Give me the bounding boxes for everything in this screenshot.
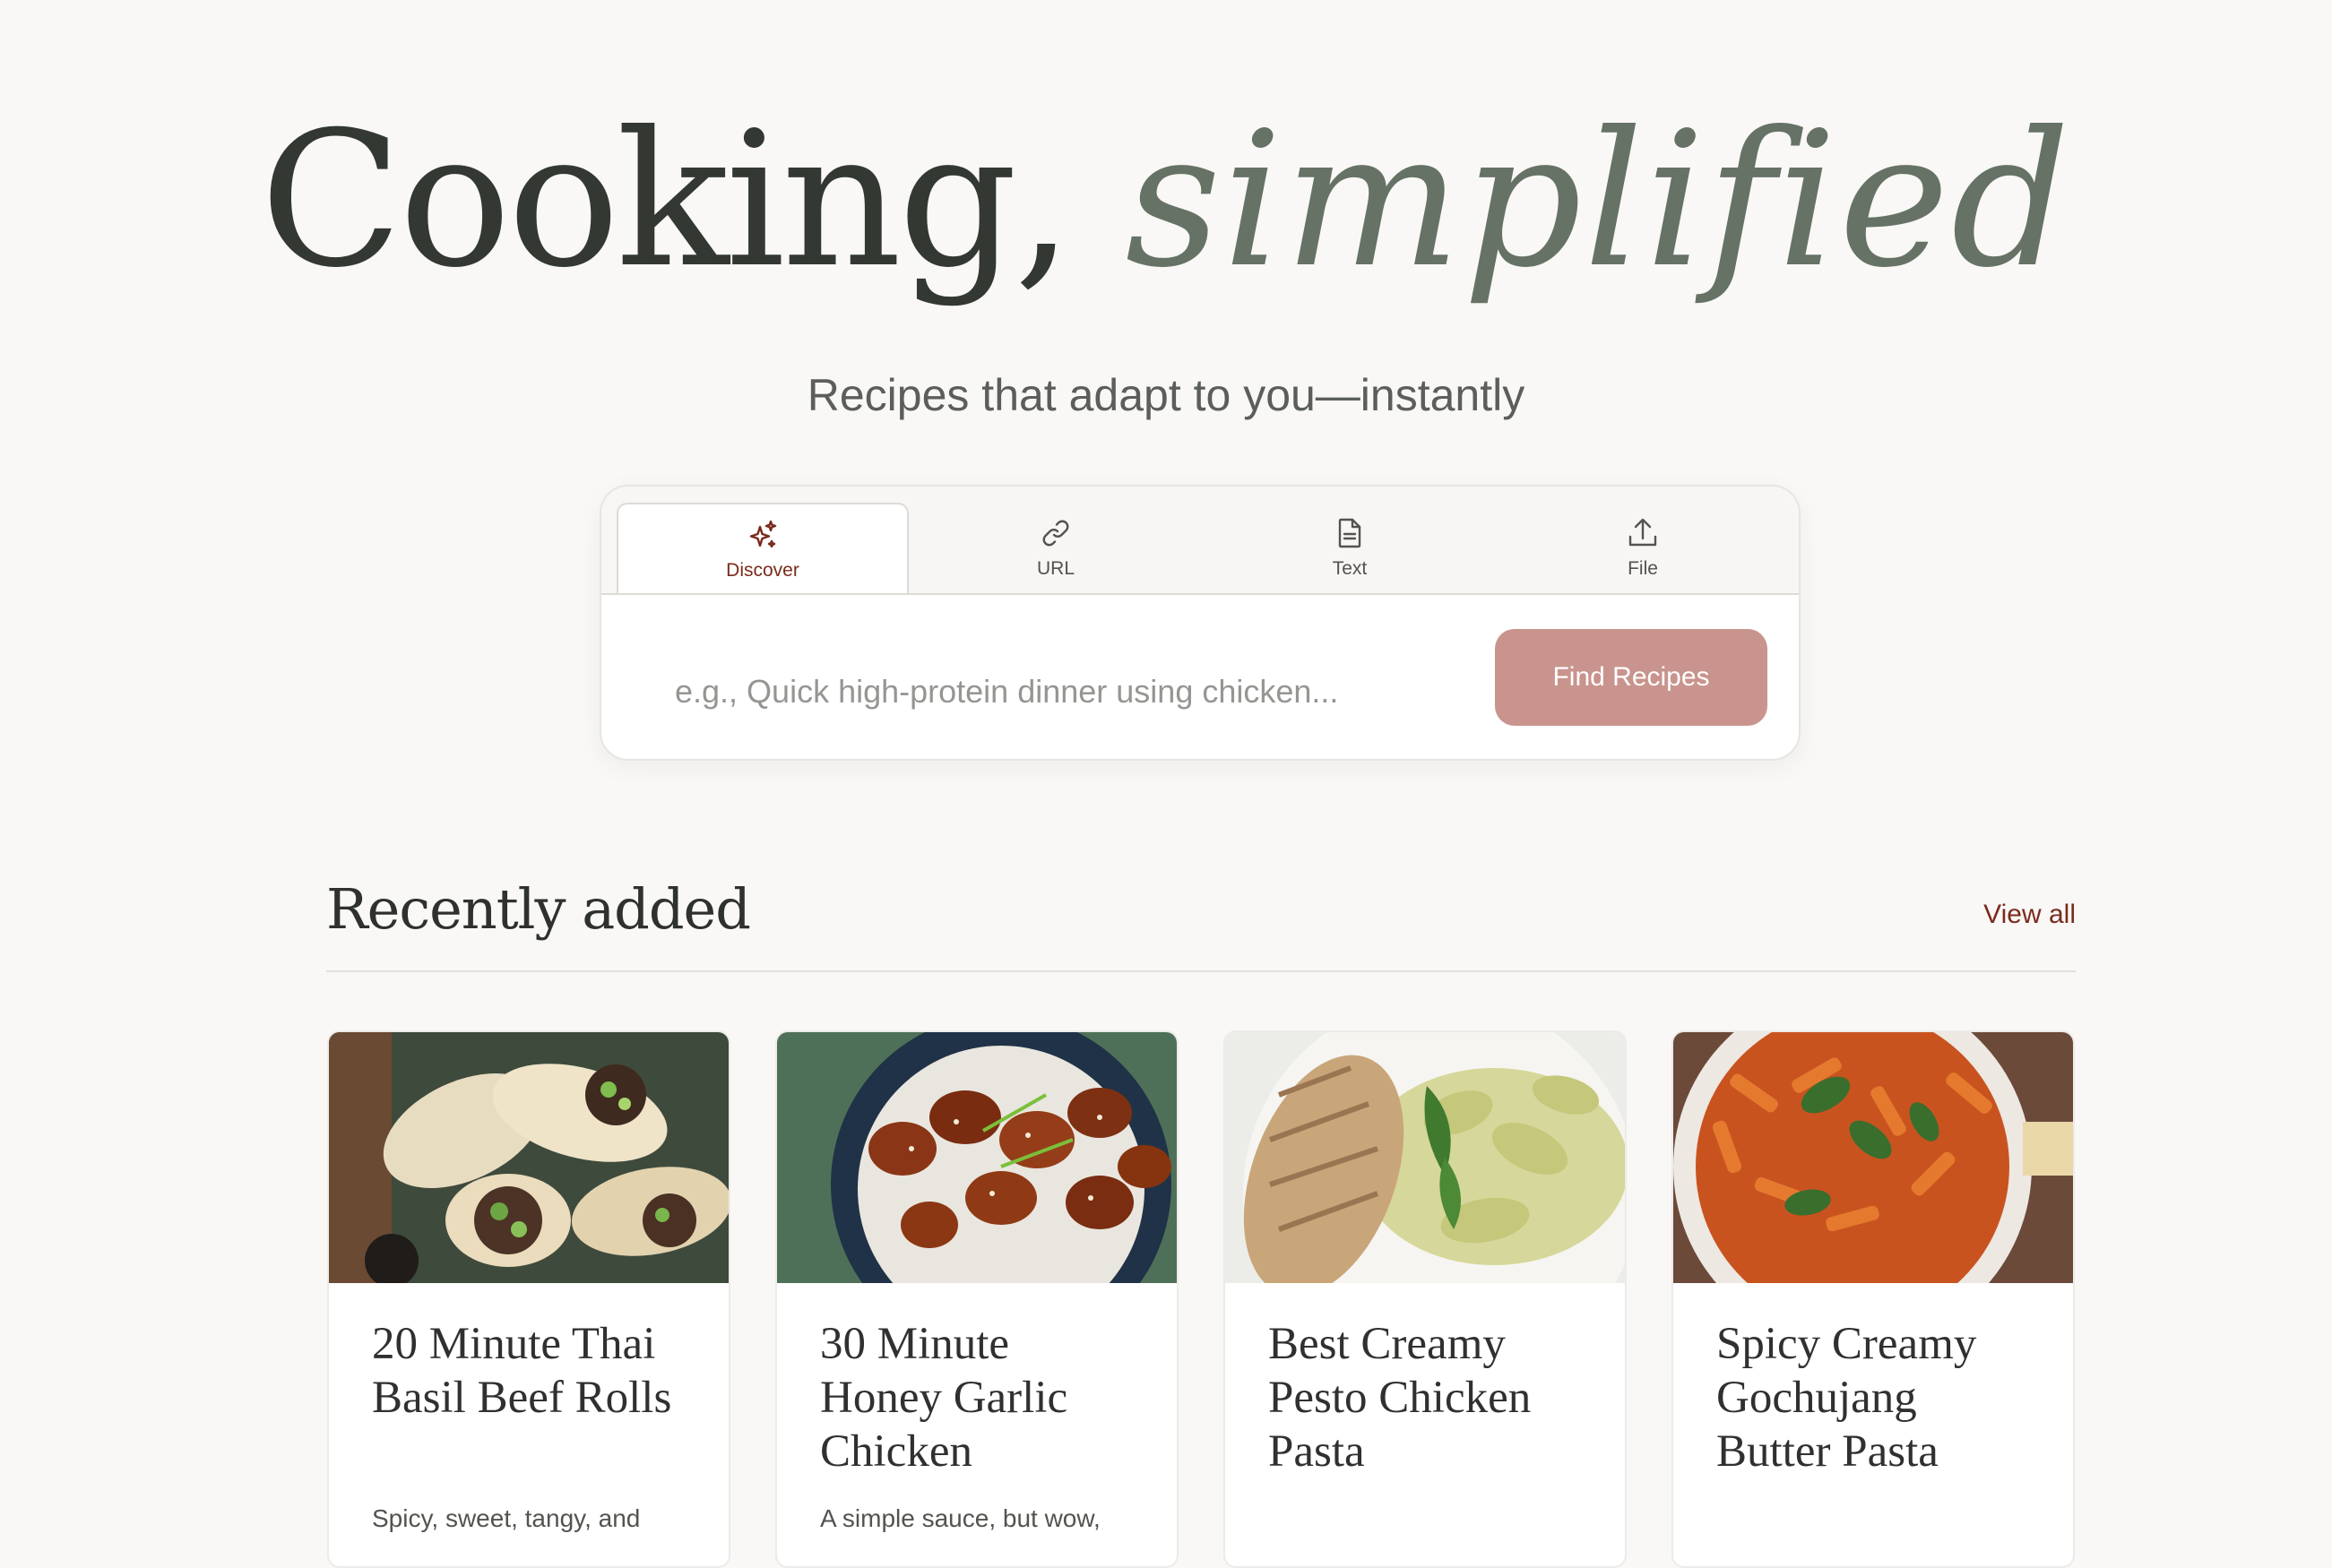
recipe-card[interactable]: Best Creamy Pesto Chicken Pasta [1223,1030,1627,1568]
recipe-card[interactable]: 20 Minute Thai Basil Beef Rolls Spicy, s… [327,1030,730,1568]
recipe-card-title[interactable]: 20 Minute Thai Basil Beef Rolls [372,1317,677,1425]
recipe-search-panel: Discover URL Text File Fi [600,485,1801,761]
view-all-link[interactable]: View all [1983,900,2076,930]
tab-text-label: Text [1332,558,1368,579]
hero-title: Cooking, simplified [0,108,2332,294]
recipe-card-title[interactable]: 30 Minute Honey Garlic Chicken [820,1317,1125,1478]
upload-icon [1628,518,1657,547]
recipe-card-title[interactable]: Spicy Creamy Gochujang Butter Pasta [1716,1317,2021,1478]
hero-title-plain: Cooking, [260,92,1073,309]
sparkles-icon [749,520,777,548]
recipe-card-title[interactable]: Best Creamy Pesto Chicken Pasta [1268,1317,1573,1478]
find-recipes-button[interactable]: Find Recipes [1495,629,1767,726]
recipe-image-gochujang-pasta[interactable] [1673,1032,2075,1283]
hero-title-italic: simplified [1125,92,2072,309]
recipe-card-description: Spicy, sweet, tangy, and [372,1504,641,1532]
recipe-card-description: A simple sauce, but wow, [820,1504,1101,1532]
tab-file-label: File [1628,558,1658,579]
recipe-card[interactable]: Spicy Creamy Gochujang Butter Pasta [1671,1030,2075,1568]
hero-subtitle: Recipes that adapt to you—instantly [807,370,1525,420]
tab-text[interactable]: Text [1204,503,1496,593]
tab-url[interactable]: URL [910,503,1202,593]
recently-added-heading: Recently added [326,876,751,942]
recipe-card[interactable]: 30 Minute Honey Garlic Chicken A simple … [775,1030,1179,1568]
document-icon [1338,518,1361,548]
link-icon [1042,520,1069,547]
recipe-search-input[interactable] [673,655,1447,728]
section-divider [326,970,2076,972]
tab-discover[interactable]: Discover [617,503,909,593]
tab-discover-label: Discover [726,560,799,581]
tab-file[interactable]: File [1497,503,1789,593]
recipe-image-pesto-pasta[interactable] [1225,1032,1627,1283]
source-tabs: Discover URL Text File [601,487,1799,595]
recipe-image-honey-garlic-chicken[interactable] [777,1032,1179,1283]
recipe-image-beef-rolls[interactable] [329,1032,730,1283]
tab-url-label: URL [1036,558,1075,579]
